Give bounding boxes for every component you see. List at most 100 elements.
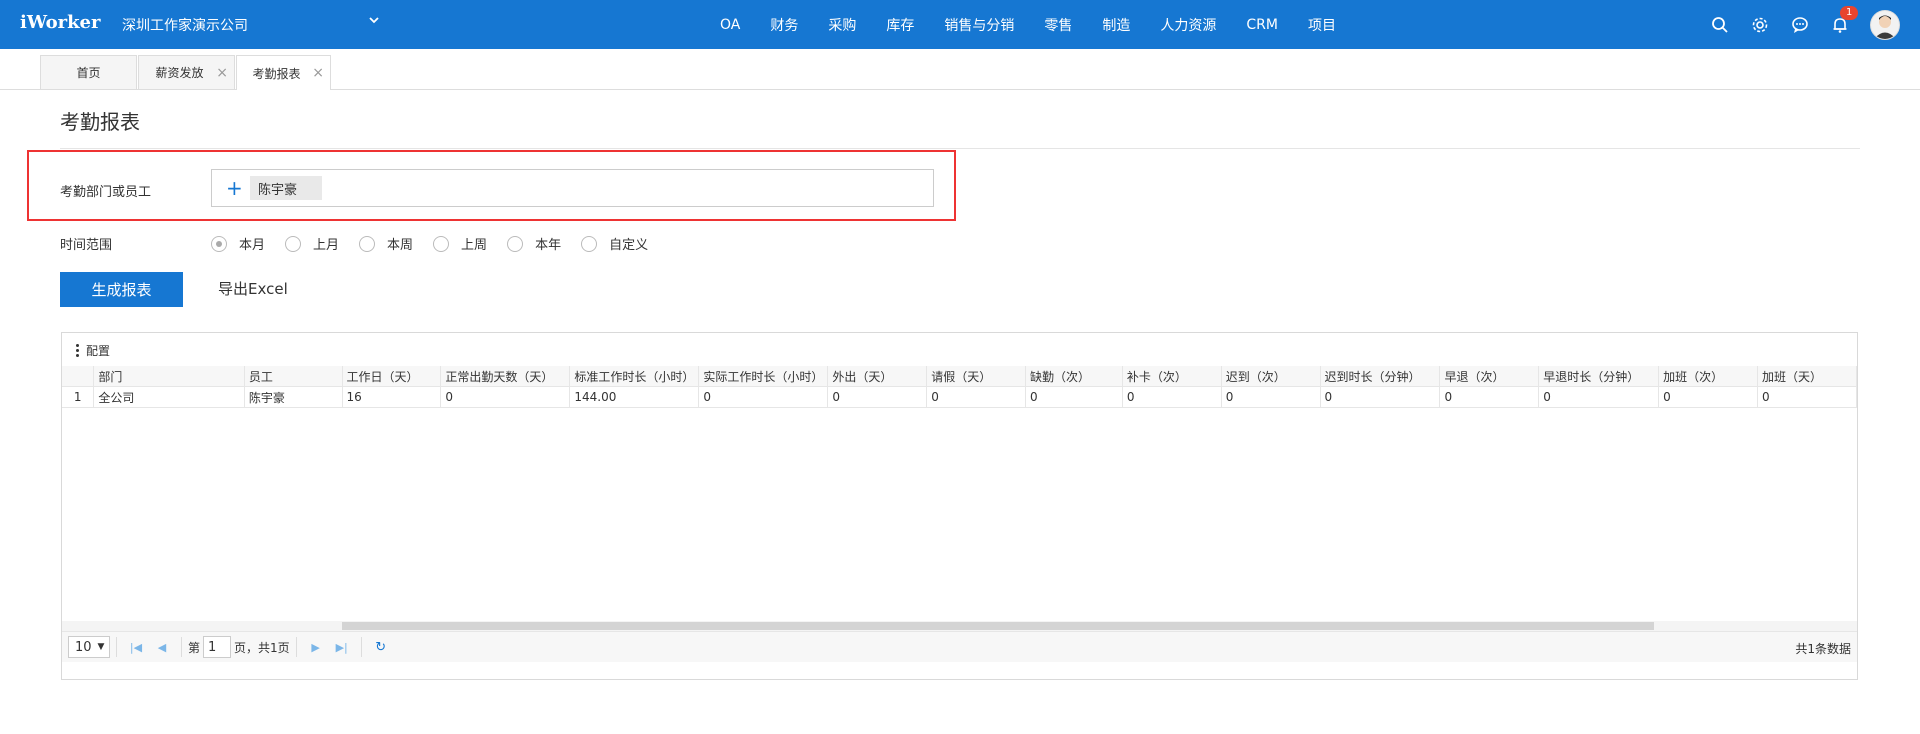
total-count: 共1条数据	[1795, 642, 1851, 656]
tab-payroll[interactable]: 薪资发放 ×	[138, 55, 235, 89]
column-header-index	[62, 366, 95, 387]
tab-label: 首页	[76, 66, 101, 80]
page-tabs: 首页 薪资发放 × 考勤报表 ×	[0, 49, 1920, 90]
nav-project[interactable]: 项目	[1308, 15, 1336, 35]
search-icon[interactable]	[1710, 15, 1730, 35]
table-cell: 0	[1122, 386, 1222, 408]
row-index: 1	[62, 386, 95, 408]
radio-label: 自定义	[609, 238, 649, 253]
gear-icon[interactable]	[1750, 15, 1770, 35]
table-cell: 0	[1221, 386, 1321, 408]
company-name[interactable]: 深圳工作家演示公司	[122, 15, 248, 35]
column-header[interactable]: 补卡（次）	[1122, 366, 1222, 387]
nav-oa[interactable]: OA	[720, 17, 740, 33]
chip-label: 陈宇豪	[258, 182, 298, 198]
column-header[interactable]: 迟到（次）	[1221, 366, 1321, 387]
radio-icon[interactable]	[359, 235, 376, 252]
app-logo[interactable]: iWorker	[20, 12, 100, 33]
bell-icon[interactable]: 1	[1830, 5, 1859, 35]
page-size-value: 10	[75, 639, 92, 655]
close-icon[interactable]: ×	[312, 65, 324, 81]
column-header[interactable]: 迟到时长（分钟）	[1320, 366, 1441, 387]
tab-home[interactable]: 首页	[40, 55, 137, 89]
first-page-icon[interactable]: |◀	[129, 640, 143, 654]
radio-label: 本年	[535, 238, 562, 253]
divider	[181, 637, 182, 657]
column-header[interactable]: 工作日（天）	[342, 366, 442, 387]
table-cell: 0	[1025, 386, 1123, 408]
nav-crm[interactable]: CRM	[1246, 17, 1278, 33]
chevron-down-icon[interactable]	[368, 14, 380, 30]
plus-icon[interactable]: +	[226, 178, 243, 198]
export-excel-button[interactable]: 导出Excel	[218, 272, 288, 307]
radio-icon[interactable]	[285, 235, 302, 252]
table-cell: 0	[827, 386, 928, 408]
nav-retail[interactable]: 零售	[1044, 15, 1072, 35]
column-header[interactable]: 正常出勤天数（天）	[440, 366, 571, 387]
divider	[360, 637, 362, 657]
radio-last-month[interactable]: 上月	[285, 234, 339, 253]
column-header[interactable]: 外出（天）	[827, 366, 928, 387]
column-header[interactable]: 早退时长（分钟）	[1538, 366, 1660, 387]
employee-picker[interactable]: + 陈宇豪	[211, 169, 934, 207]
column-header[interactable]: 标准工作时长（小时）	[569, 366, 700, 387]
prev-page-icon[interactable]: ◀	[155, 640, 169, 654]
refresh-icon[interactable]: ↻	[374, 640, 388, 655]
nav-manufacturing[interactable]: 制造	[1102, 15, 1130, 35]
table-cell: 0	[1757, 386, 1857, 408]
column-header[interactable]: 员工	[244, 366, 343, 387]
radio-label: 上月	[313, 238, 340, 253]
avatar[interactable]	[1870, 9, 1900, 40]
page-size-select[interactable]: 10 ▼	[68, 636, 110, 658]
pagination-bar: 10 ▼ |◀ ◀ 第 1 页，共1页 ▶ ▶| ↻ 共1条数据	[62, 631, 1857, 662]
column-header[interactable]: 早退（次）	[1439, 366, 1540, 387]
table-cell: 0	[1439, 386, 1540, 408]
page-number-input[interactable]: 1	[203, 636, 232, 658]
divider	[295, 637, 297, 657]
column-header[interactable]: 缺勤（次）	[1025, 366, 1123, 387]
close-icon[interactable]: ×	[216, 65, 228, 81]
radio-last-week[interactable]: 上周	[433, 234, 487, 253]
radio-custom[interactable]: 自定义	[581, 234, 648, 253]
radio-label: 本周	[387, 238, 414, 253]
table-cell: 16	[342, 386, 442, 408]
radio-icon[interactable]	[581, 235, 598, 252]
page-prefix: 第	[188, 640, 201, 655]
main-menu: OA 财务 采购 库存 销售与分销 零售 制造 人力资源 CRM 项目	[720, 0, 1366, 49]
column-header[interactable]: 实际工作时长（小时）	[698, 366, 829, 387]
radio-icon[interactable]	[507, 235, 524, 252]
radio-this-week[interactable]: 本周	[359, 234, 413, 253]
tab-label: 薪资发放	[155, 66, 204, 80]
config-button[interactable]: 配置	[76, 342, 110, 359]
nav-inventory[interactable]: 库存	[886, 15, 914, 35]
radio-label: 本月	[239, 238, 266, 253]
nav-sales[interactable]: 销售与分销	[944, 15, 1014, 35]
table-cell: 0	[698, 386, 829, 408]
page-title: 考勤报表	[60, 110, 140, 134]
selected-employee-chip[interactable]: 陈宇豪	[250, 176, 322, 200]
table-cell: 0	[1320, 386, 1441, 408]
table-row[interactable]: 1 全公司 陈宇豪 16 0 144.00 0 0 0 0 0 0 0 0 0 …	[62, 386, 1857, 408]
nav-hr[interactable]: 人力资源	[1160, 15, 1216, 35]
column-header[interactable]: 部门	[93, 366, 245, 387]
radio-icon[interactable]	[211, 235, 227, 252]
last-page-icon[interactable]: ▶|	[335, 640, 349, 654]
tab-attendance-report[interactable]: 考勤报表 ×	[236, 55, 331, 90]
column-header[interactable]: 加班（天）	[1757, 366, 1857, 387]
divider	[116, 637, 117, 657]
horizontal-scrollbar[interactable]	[62, 621, 1857, 631]
generate-report-button[interactable]: 生成报表	[60, 272, 183, 307]
table-cell: 全公司	[93, 386, 245, 408]
next-page-icon[interactable]: ▶	[309, 640, 323, 654]
radio-this-month[interactable]: 本月	[211, 234, 265, 253]
chat-icon[interactable]	[1790, 15, 1810, 35]
top-nav-bar: iWorker 深圳工作家演示公司 OA 财务 采购 库存 销售与分销 零售 制…	[0, 0, 1920, 49]
nav-finance[interactable]: 财务	[770, 15, 798, 35]
radio-this-year[interactable]: 本年	[507, 234, 561, 253]
column-header[interactable]: 加班（次）	[1658, 366, 1758, 387]
table-cell: 陈宇豪	[244, 386, 343, 408]
column-header[interactable]: 请假（天）	[926, 366, 1027, 387]
scrollbar-thumb[interactable]	[342, 622, 1654, 630]
radio-icon[interactable]	[433, 235, 450, 252]
nav-purchase[interactable]: 采购	[828, 15, 856, 35]
